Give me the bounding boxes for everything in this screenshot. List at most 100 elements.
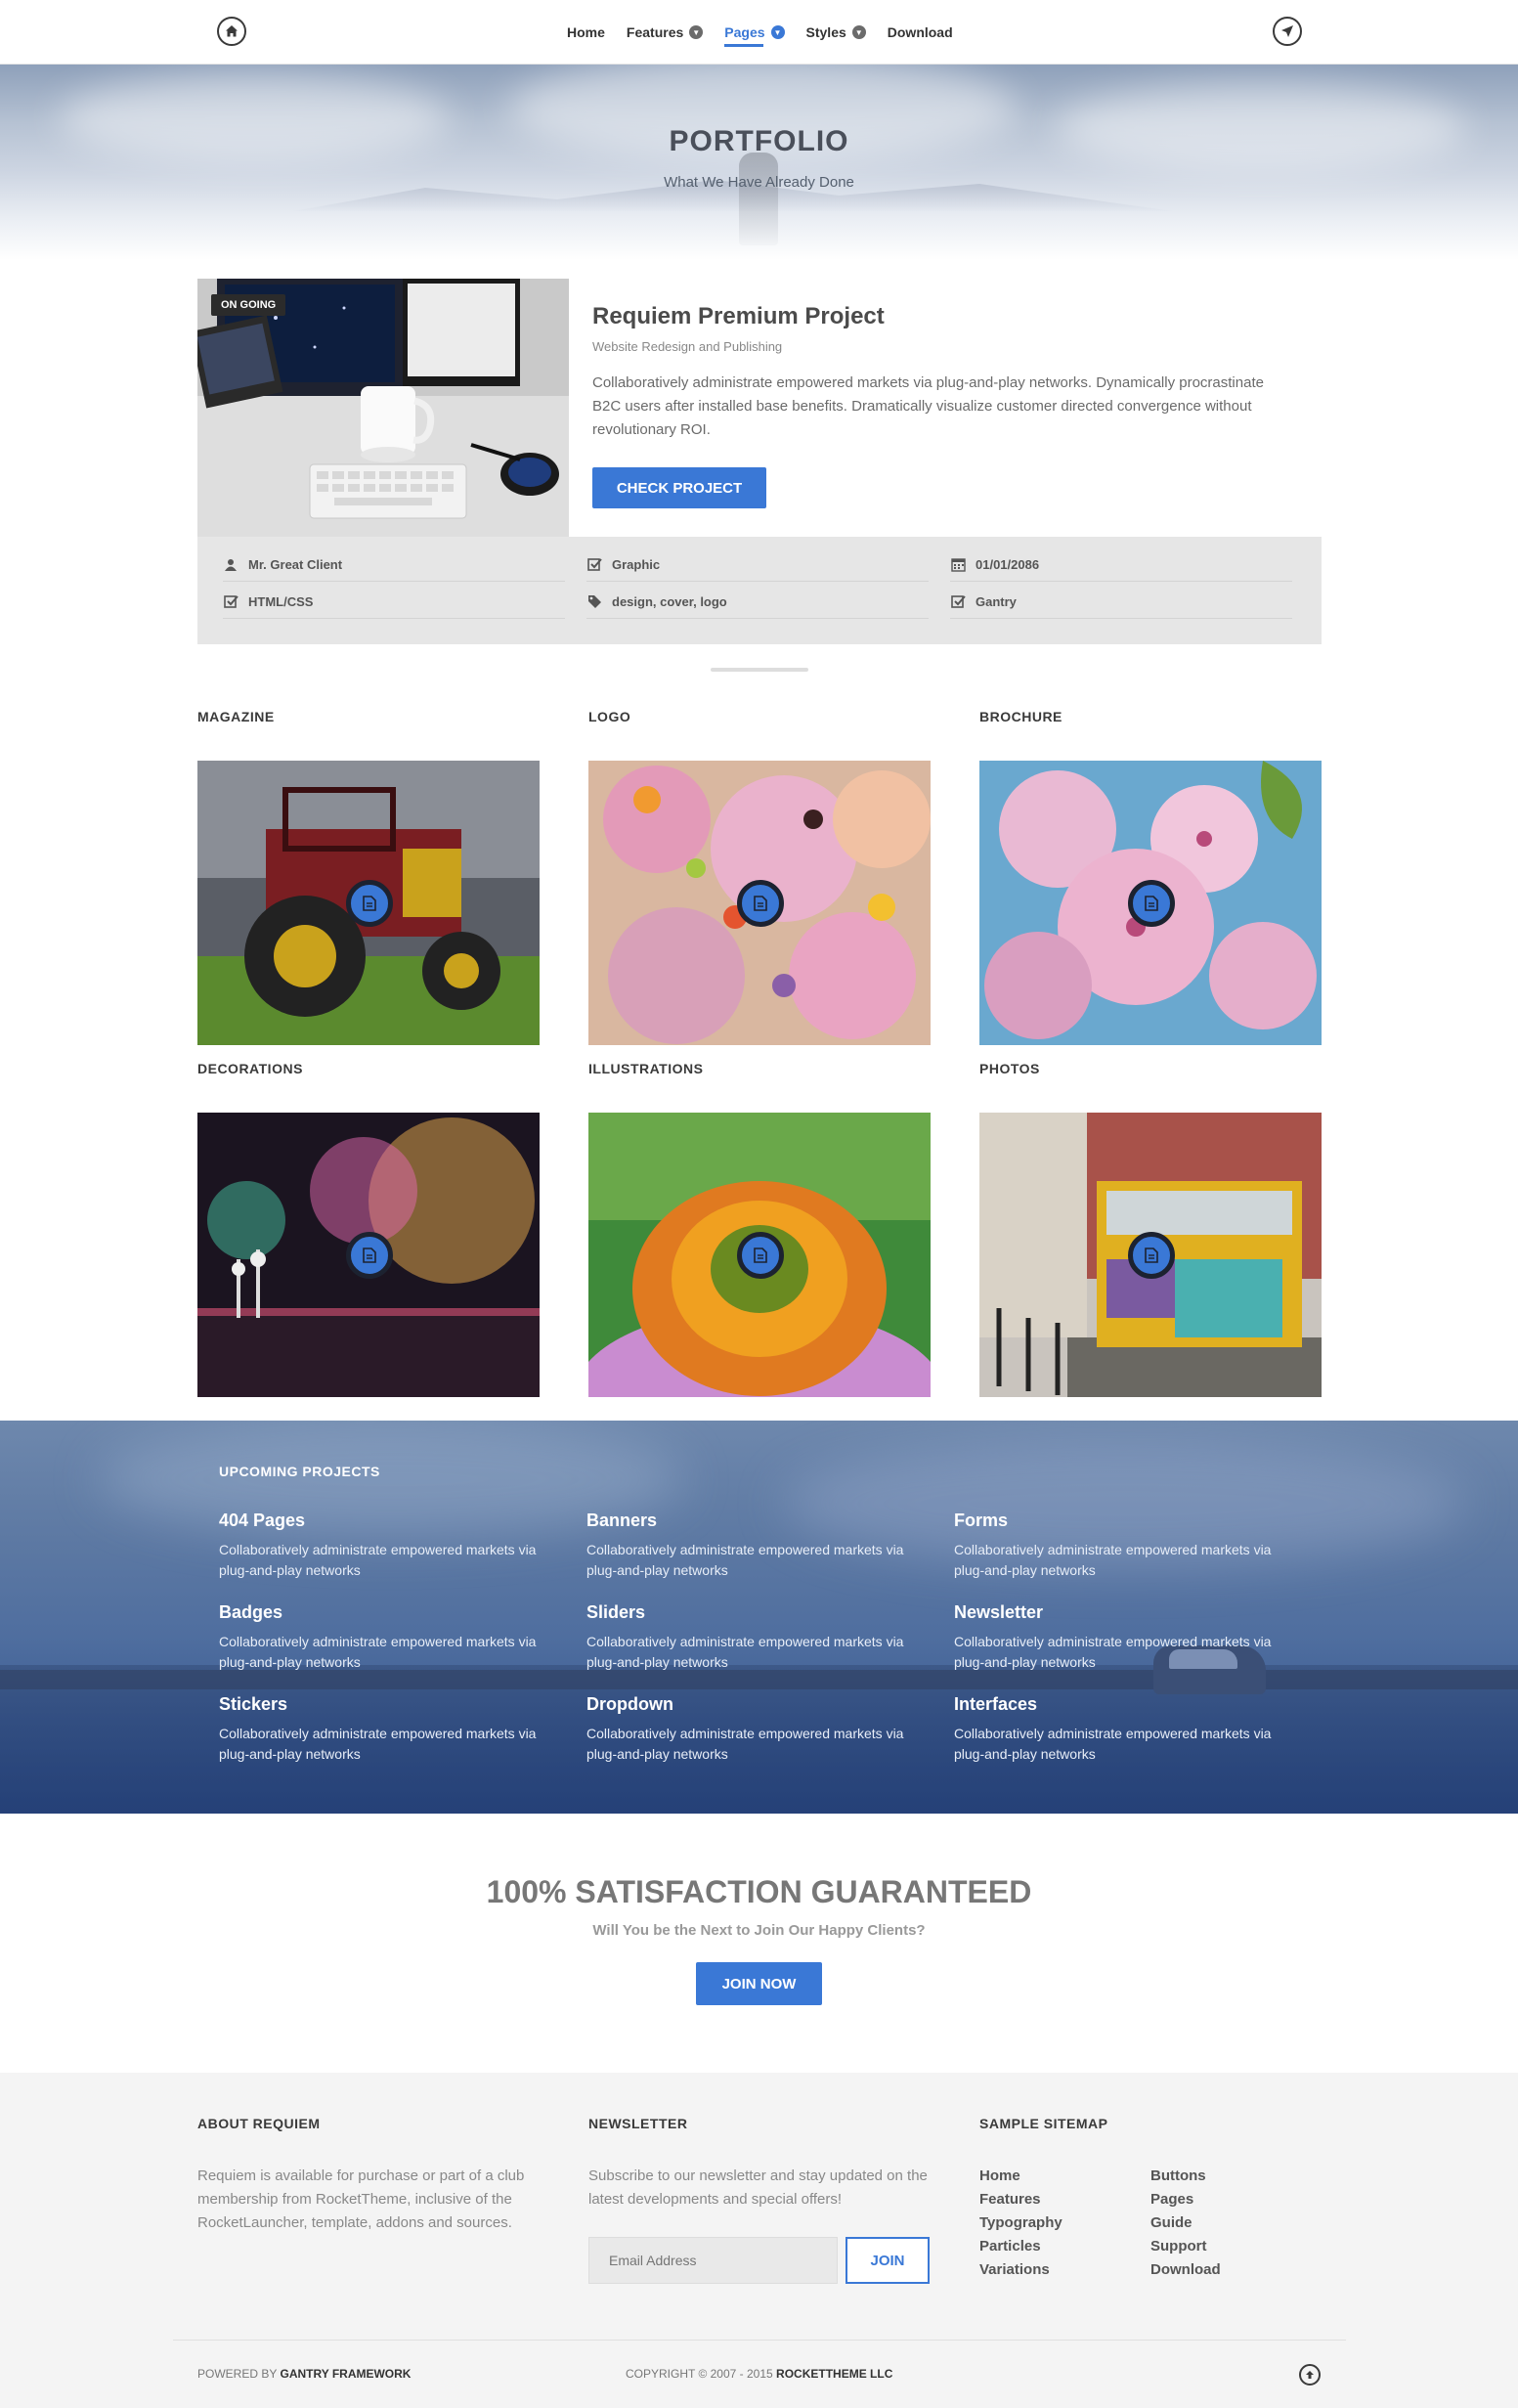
powered-link[interactable]: GANTRY FRAMEWORK [280,2367,411,2381]
sitemap-link-typography[interactable]: Typography [979,2214,1063,2231]
gallery-category-magazine: MAGAZINE [197,709,275,724]
project-meta-label: Graphic [612,557,661,572]
status-badge: ON GOING [211,294,286,316]
nav-item-label: Home [567,24,605,40]
gallery-thumbnail[interactable] [979,761,1322,1045]
check-project-button[interactable]: CHECK PROJECT [592,467,766,508]
copyright-prefix: COPYRIGHT © 2007 - 2015 [626,2367,773,2381]
sitemap-link-particles[interactable]: Particles [979,2238,1041,2255]
join-now-button[interactable]: JOIN NOW [696,1962,822,2005]
copyright: COPYRIGHT © 2007 - 2015 ROCKETTHEME LLC [626,2367,892,2381]
upcoming-title: UPCOMING PROJECTS [219,1464,380,1479]
upcoming-item-title: Interfaces [954,1694,1038,1714]
gallery-category-logo: LOGO [588,709,631,724]
powered-prefix: POWERED BY [197,2367,278,2381]
footer-divider [173,2340,1346,2341]
user-icon [223,557,239,573]
document-icon[interactable] [737,880,784,927]
powered-by: POWERED BY GANTRY FRAMEWORK [197,2367,411,2381]
main-menu: Home Features ▼ Pages ▼ Styles ▼ Download [567,0,953,65]
upcoming-item-title: Stickers [219,1694,288,1714]
sitemap-link-home[interactable]: Home [979,2167,1020,2184]
checkbox-icon [586,557,602,573]
project-meta-label: Mr. Great Client [248,557,343,572]
upcoming-item-desc: Collaboratively administrate empowered m… [586,1542,904,1578]
chevron-down-icon: ▼ [851,25,866,39]
copyright-link[interactable]: ROCKETTHEME LLC [776,2367,892,2381]
chevron-down-icon: ▼ [770,25,785,39]
gallery-thumbnail[interactable] [979,1113,1322,1397]
sitemap-link-variations[interactable]: Variations [979,2261,1050,2278]
gallery-category-decorations: DECORATIONS [197,1061,303,1076]
nav-item-home[interactable]: Home [567,0,605,65]
document-icon[interactable] [1128,1232,1175,1279]
page: Home Features ▼ Pages ▼ Styles ▼ Download PORTF… [0,0,1518,2408]
gallery-thumbnail[interactable] [588,1113,931,1397]
document-icon[interactable] [346,1232,393,1279]
document-icon[interactable] [1128,880,1175,927]
upcoming-item-desc: Collaboratively administrate empowered m… [586,1634,904,1670]
home-icon[interactable] [217,17,246,46]
checkbox-icon [223,594,239,610]
top-navigation-bar: Home Features ▼ Pages ▼ Styles ▼ Download [0,0,1518,65]
page-title: PORTFOLIO [669,125,849,157]
upcoming-item-desc: Collaboratively administrate empowered m… [954,1542,1272,1578]
gallery-thumbnail[interactable] [197,1113,540,1397]
sitemap-link-pages[interactable]: Pages [1150,2191,1193,2208]
nav-item-pages[interactable]: Pages ▼ [724,0,785,65]
about-title: ABOUT REQUIEM [197,2116,321,2131]
project-meta-label: HTML/CSS [248,594,314,609]
upcoming-item-title: Forms [954,1510,1009,1530]
nav-item-styles[interactable]: Styles ▼ [806,0,866,65]
gallery-thumbnail[interactable] [588,761,931,1045]
project-meta-item: 01/01/2086 [950,548,1292,582]
project-meta-item: design, cover, logo [586,586,929,619]
nav-item-features[interactable]: Features ▼ [627,0,704,65]
sitemap-link-download[interactable]: Download [1150,2261,1221,2278]
sitemap-link-guide[interactable]: Guide [1150,2214,1193,2231]
nav-item-label: Pages [724,24,765,40]
sitemap-link-features[interactable]: Features [979,2191,1041,2208]
sitemap-link-buttons[interactable]: Buttons [1150,2167,1206,2184]
rocket-icon[interactable] [1273,17,1302,46]
sitemap-title: SAMPLE SITEMAP [979,2116,1108,2131]
project-image: ON GOING [197,279,569,537]
project-meta-item: Graphic [586,548,929,582]
gallery-thumbnail[interactable] [197,761,540,1045]
chevron-down-icon: ▼ [689,25,704,39]
page-header-hero: PORTFOLIO What We Have Already Done [0,55,1518,260]
document-icon[interactable] [346,880,393,927]
project-meta-item: HTML/CSS [223,586,565,619]
project-meta-item: Mr. Great Client [223,548,565,582]
upcoming-projects-section: UPCOMING PROJECTS 404 Pages Collaborative… [0,1421,1518,1814]
upcoming-item-desc: Collaboratively administrate empowered m… [954,1634,1272,1670]
tag-icon [586,594,602,610]
newsletter-title: NEWSLETTER [588,2116,688,2131]
newsletter-join-button[interactable]: JOIN [846,2237,930,2284]
project-meta-label: 01/01/2086 [976,557,1040,572]
project-meta-panel: Mr. Great Client Graphic 01/01/2086 HTML/CS… [197,537,1322,644]
project-meta-label: Gantry [976,594,1017,609]
project-meta-item: Gantry [950,586,1292,619]
checkbox-icon [950,594,966,610]
nav-item-download[interactable]: Download [888,0,953,65]
nav-item-label: Download [887,24,953,40]
email-field[interactable] [588,2237,838,2284]
project-description: Collaboratively administrate empowered m… [592,374,1264,438]
upcoming-item-desc: Collaboratively administrate empowered m… [219,1634,537,1670]
page-subtitle: What We Have Already Done [664,174,854,191]
document-icon[interactable] [737,1232,784,1279]
arrow-up-icon[interactable] [1299,2364,1321,2386]
upcoming-item-title: Badges [219,1602,283,1622]
upcoming-item-title: Banners [586,1510,658,1530]
upcoming-item-desc: Collaboratively administrate empowered m… [954,1726,1272,1762]
upcoming-item-desc: Collaboratively administrate empowered m… [586,1726,904,1762]
section-divider [711,668,808,672]
calendar-icon [950,557,966,573]
project-meta-label: design, cover, logo [612,594,727,609]
gallery-category-illustrations: ILLUSTRATIONS [588,1061,704,1076]
project-subtitle: Website Redesign and Publishing [592,339,783,354]
sitemap-link-support[interactable]: Support [1150,2238,1207,2255]
gallery-category-brochure: BROCHURE [979,709,1063,724]
satisfaction-title: 100% SATISFACTION GUARANTEED [486,1874,1032,1909]
